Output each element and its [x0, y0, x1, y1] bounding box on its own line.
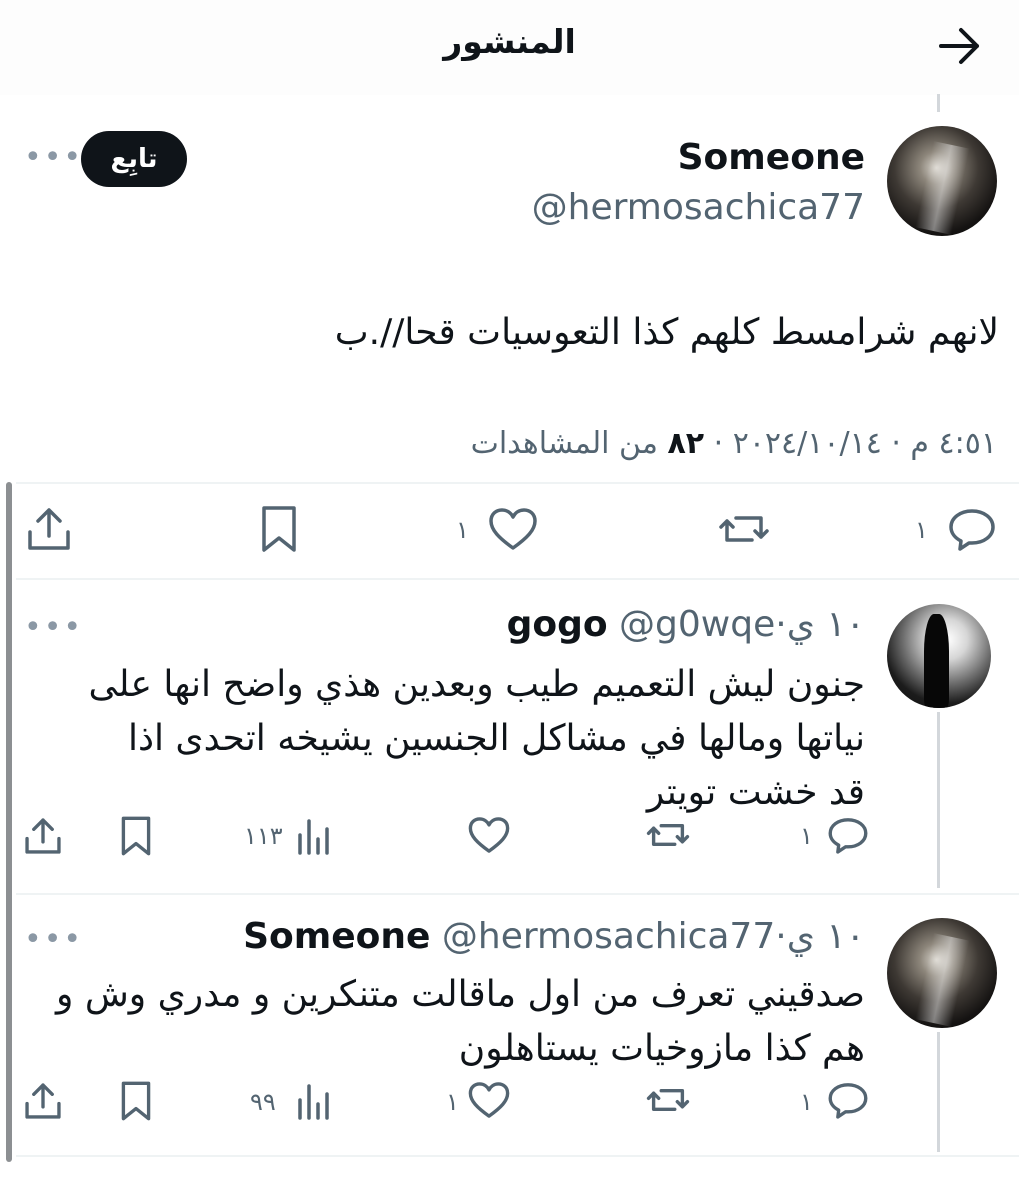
reply-header: gogo @g0wqe·١٠ ي — [507, 604, 865, 645]
reply-author-name[interactable]: gogo — [507, 604, 608, 645]
views-label: من المشاهدات — [470, 426, 658, 461]
views-icon[interactable] — [294, 815, 334, 857]
author-name[interactable]: Someone — [678, 137, 865, 178]
divider — [16, 1155, 1019, 1157]
bookmark-icon[interactable] — [118, 1080, 154, 1122]
repost-icon[interactable] — [646, 1080, 690, 1120]
author-handle[interactable]: @hermosachica77 — [532, 187, 865, 228]
reply-icon[interactable] — [946, 506, 998, 552]
back-arrow-icon[interactable] — [933, 24, 985, 68]
meta-separator: · — [704, 426, 724, 461]
bookmark-icon[interactable] — [118, 815, 154, 857]
reply-text: صدقيني تعرف من اول ماقالت متنكرين و مدري… — [56, 974, 865, 1069]
post-meta: ٤:٥١ م · ٢٠٢٤/١٠/١٤ · ٨٢ من المشاهدات — [97, 426, 997, 461]
follow-button[interactable]: تابِع — [81, 131, 187, 187]
post-timestamp: ٤:٥١ م · ٢٠٢٤/١٠/١٤ — [732, 426, 997, 461]
views-count: ٨٢ — [667, 426, 705, 461]
scrollbar[interactable] — [6, 482, 12, 1162]
reply-time: ١٠ ي — [786, 916, 865, 957]
reply-avatar[interactable] — [887, 918, 997, 1028]
like-count: ١ — [446, 1088, 459, 1116]
views-count: ٩٩ — [250, 1088, 276, 1116]
reply-count: ١ — [915, 516, 928, 544]
reply-count: ١ — [800, 1088, 813, 1116]
thread-connector — [937, 712, 940, 888]
author-avatar[interactable] — [887, 126, 997, 236]
divider — [16, 482, 1019, 484]
reply-time: ١٠ ي — [786, 604, 865, 645]
divider — [16, 893, 1019, 895]
share-icon[interactable] — [24, 504, 74, 554]
views-count: ١١٣ — [244, 822, 283, 850]
reply-author-name[interactable]: Someone — [243, 916, 430, 957]
like-icon[interactable] — [467, 815, 511, 855]
reply-icon[interactable] — [826, 1080, 870, 1120]
reply-text: جنون ليش التعميم طيب وبعدين هذي واضح انه… — [88, 664, 865, 813]
like-icon[interactable] — [467, 1080, 511, 1120]
more-dots-icon[interactable]: ••• — [24, 140, 83, 175]
reply-separator: · — [775, 604, 787, 645]
page-title: المنشور — [443, 22, 576, 61]
like-count: ١ — [456, 516, 469, 544]
divider — [16, 578, 1019, 580]
reply-author-handle[interactable]: @g0wqe — [619, 604, 775, 645]
bookmark-icon[interactable] — [258, 504, 300, 554]
reply-header: Someone @hermosachica77·١٠ ي — [243, 916, 865, 957]
views-icon[interactable] — [294, 1080, 334, 1122]
more-dots-icon[interactable]: ••• — [24, 922, 83, 957]
reply-count: ١ — [800, 822, 813, 850]
repost-icon[interactable] — [718, 506, 770, 552]
repost-icon[interactable] — [646, 815, 690, 855]
like-icon[interactable] — [487, 506, 539, 552]
post-text: لانهم شرامسط كلهم كذا التعوسيات قحا//.ب — [334, 312, 999, 353]
share-icon[interactable] — [22, 815, 64, 857]
thread-connector — [937, 1032, 940, 1152]
reply-separator: · — [775, 916, 787, 957]
more-dots-icon[interactable]: ••• — [24, 610, 83, 645]
reply-icon[interactable] — [826, 815, 870, 855]
reply-author-handle[interactable]: @hermosachica77 — [442, 916, 775, 957]
reply-avatar[interactable] — [887, 604, 991, 708]
thread-connector — [937, 94, 940, 112]
share-icon[interactable] — [22, 1080, 64, 1122]
